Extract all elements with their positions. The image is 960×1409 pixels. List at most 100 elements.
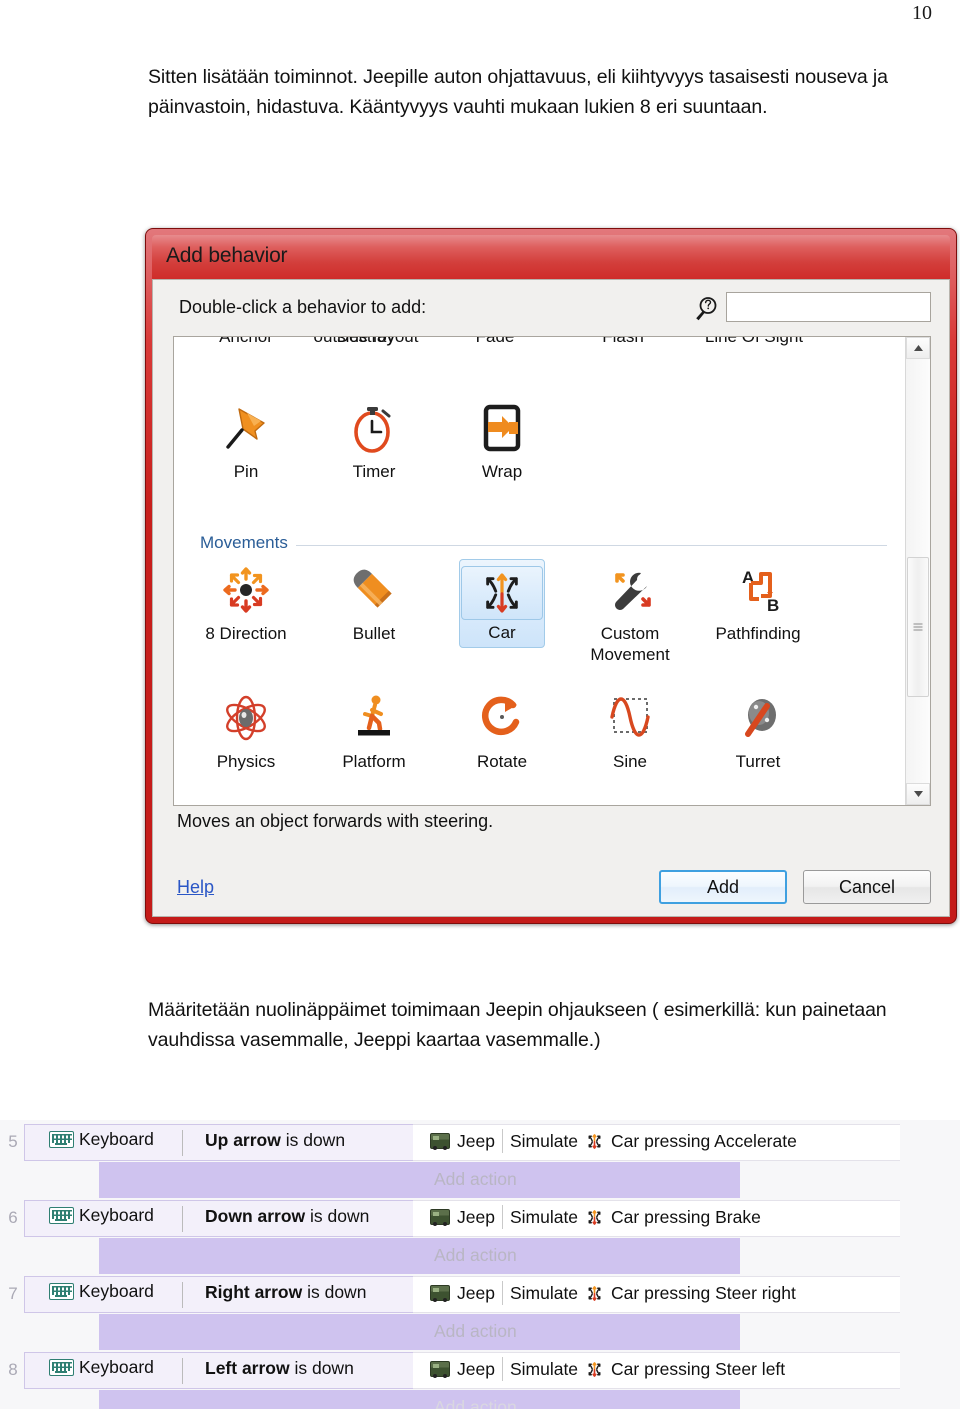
jeep-sprite-icon [430, 1133, 450, 1150]
condition-key: Left arrow [205, 1358, 290, 1378]
keyboard-icon [49, 1283, 74, 1300]
wrap-icon [438, 397, 566, 459]
turret-icon [694, 687, 822, 749]
behavior-item-8-direction[interactable]: 8 Direction [182, 559, 310, 644]
behavior-item-wrap[interactable]: Wrap [438, 397, 566, 482]
behavior-label-8-direction: 8 Direction [205, 624, 287, 643]
cell-divider [182, 1282, 183, 1308]
behavior-item-bullet[interactable]: Bullet [310, 559, 438, 644]
sine-wave-icon [566, 687, 694, 749]
behavior-item-custom-movement[interactable]: Custom Movement [566, 559, 694, 665]
condition-object[interactable]: Keyboard [49, 1205, 154, 1226]
behavior-description: Moves an object forwards with steering. [177, 811, 494, 831]
condition-object-label: Keyboard [79, 1357, 154, 1377]
add-action-strip[interactable] [99, 1238, 740, 1274]
cut-off-label-row: Anchor Destroy Fade Flash Line Of Sight … [174, 337, 905, 373]
behavior-item-rotate[interactable]: Rotate [438, 687, 566, 772]
event-row[interactable]: 7 Keyboard Right arrow is down Jeep Simu… [0, 1276, 960, 1350]
add-button[interactable]: Add [659, 870, 787, 904]
action-text: Car pressing Brake [611, 1206, 761, 1227]
cell-divider [501, 1129, 503, 1153]
event-number: 7 [8, 1284, 18, 1303]
condition-object[interactable]: Keyboard [49, 1357, 154, 1378]
cell-divider [501, 1205, 503, 1229]
event-sheet[interactable]: 5 Keyboard Up arrow is down Jeep Simulat… [0, 1120, 960, 1409]
add-action-label[interactable]: Add action [434, 1245, 517, 1266]
keyboard-icon [49, 1131, 74, 1148]
cutoff-sublabel-outside-layout: outside layout [302, 337, 430, 347]
cutoff-label-fade: Fade [431, 337, 559, 347]
add-action-label[interactable]: Add action [434, 1321, 517, 1342]
search-input[interactable] [726, 292, 931, 322]
wrench-icon [566, 559, 694, 621]
scrollbar-thumb[interactable] [907, 556, 929, 698]
paragraph-bottom: Määritetään nuolinäppäimet toimimaan Jee… [148, 999, 887, 1051]
atom-icon [182, 687, 310, 749]
cell-divider [501, 1357, 503, 1381]
group-label-movements: Movements [200, 533, 296, 553]
car-movement-icon [461, 566, 543, 620]
svg-text:B: B [767, 596, 779, 615]
behavior-item-car[interactable]: Car [438, 559, 566, 648]
behavior-item-turret[interactable]: Turret [694, 687, 822, 772]
event-number: 8 [8, 1360, 18, 1379]
action-object-label: Jeep [457, 1130, 495, 1151]
event-action-cell[interactable]: Jeep Simulate Car p [413, 1124, 900, 1161]
runner-icon [310, 687, 438, 749]
add-action-label[interactable]: Add action [434, 1169, 517, 1190]
behavior-list-panel[interactable]: Anchor Destroy Fade Flash Line Of Sight … [173, 336, 931, 806]
group-header-movements: Movements [174, 533, 893, 555]
cell-divider [501, 1281, 503, 1305]
behavior-label-turret: Turret [735, 752, 781, 771]
behavior-label-bullet: Bullet [352, 624, 396, 643]
stopwatch-icon [310, 397, 438, 459]
scroll-down-arrow-icon[interactable] [906, 783, 930, 805]
cutoff-label-flash: Flash [559, 337, 687, 347]
keyboard-icon [49, 1207, 74, 1224]
behavior-list-scrollbar[interactable] [905, 337, 930, 805]
add-action-strip[interactable] [99, 1314, 740, 1350]
behavior-label-rotate: Rotate [476, 752, 528, 771]
condition-rest: is down [305, 1206, 370, 1226]
scroll-up-arrow-icon[interactable] [906, 337, 930, 359]
event-number: 6 [8, 1208, 18, 1227]
condition-object[interactable]: Keyboard [49, 1281, 154, 1302]
event-action-cell[interactable]: Jeep Simulate Car p [413, 1200, 900, 1237]
cutoff-label-anchor: Anchor [182, 337, 310, 347]
add-action-strip[interactable] [99, 1390, 740, 1409]
condition-text: Right arrow is down [205, 1282, 366, 1303]
condition-object[interactable]: Keyboard [49, 1129, 154, 1150]
behavior-item-physics[interactable]: Physics [182, 687, 310, 772]
condition-rest: is down [289, 1358, 354, 1378]
event-action-cell[interactable]: Jeep Simulate Car p [413, 1276, 900, 1313]
behavior-item-pathfinding[interactable]: A B Pathfinding [694, 559, 822, 644]
event-number: 5 [8, 1132, 18, 1151]
event-row[interactable]: 8 Keyboard Left arrow is down Jeep Simul… [0, 1352, 960, 1409]
condition-key: Up arrow [205, 1130, 281, 1150]
condition-key: Down arrow [205, 1206, 306, 1226]
behavior-label-physics: Physics [216, 752, 276, 771]
cancel-button[interactable]: Cancel [803, 870, 931, 904]
help-link[interactable]: Help [177, 877, 214, 898]
jeep-sprite-icon [430, 1361, 450, 1378]
action-verb: Simulate [509, 1282, 579, 1303]
pathfinding-icon: A B [694, 559, 822, 621]
behavior-label-wrap: Wrap [481, 462, 523, 481]
event-row[interactable]: 6 Keyboard Down arrow is down Jeep Simul… [0, 1200, 960, 1274]
behavior-item-pin[interactable]: Pin [182, 397, 310, 482]
behavior-label-timer: Timer [352, 462, 396, 481]
add-action-label[interactable]: Add action [434, 1397, 517, 1409]
behavior-item-sine[interactable]: Sine [566, 687, 694, 772]
keyboard-icon [49, 1359, 74, 1376]
jeep-sprite-icon [430, 1209, 450, 1226]
behavior-item-timer[interactable]: Timer [310, 397, 438, 482]
event-row[interactable]: 5 Keyboard Up arrow is down Jeep Simulat… [0, 1124, 960, 1198]
behavior-label-pathfinding: Pathfinding [715, 624, 801, 643]
action-text: Car pressing Steer left [611, 1358, 786, 1379]
event-action-cell[interactable]: Jeep Simulate Car p [413, 1352, 900, 1389]
add-action-strip[interactable] [99, 1162, 740, 1198]
behavior-item-platform[interactable]: Platform [310, 687, 438, 772]
add-behavior-dialog: Add behavior Double-click a behavior to … [145, 228, 957, 924]
behavior-label-car: Car [488, 623, 516, 642]
action-verb: Simulate [509, 1358, 579, 1379]
